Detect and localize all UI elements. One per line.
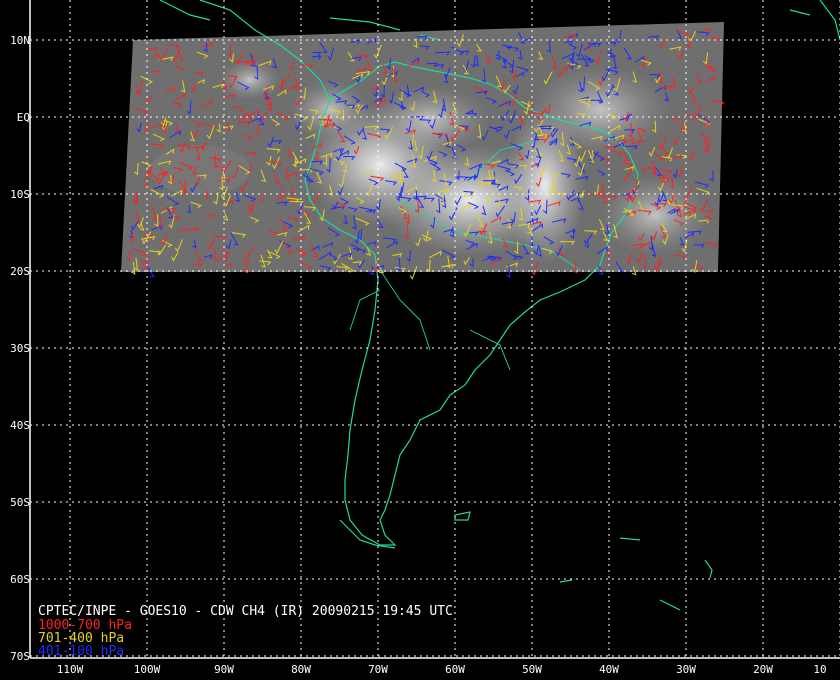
lat-label-10n: 10N [10, 34, 30, 47]
lat-label-60s: 60S [10, 573, 30, 586]
lon-label-80w: 80W [291, 663, 311, 676]
lat-label-20s: 20S [10, 265, 30, 278]
lon-label-10w: 10 [813, 663, 827, 676]
lat-label-10s: 10S [10, 188, 30, 201]
lat-label-30s: 30S [10, 342, 30, 355]
lon-label-60w: 60W [445, 663, 465, 676]
lat-label-50s: 50S [10, 496, 30, 509]
lon-label-90w: 90W [214, 663, 234, 676]
satellite-image [121, 22, 724, 272]
lon-label-50w: 50W [522, 663, 542, 676]
lon-label-20w: 20W [753, 663, 773, 676]
map-canvas [29, 0, 840, 659]
lat-label-eq: EQ [16, 111, 30, 124]
header-text: CPTEC/INPE - GOES10 - CDW CH4 (IR) 20090… [38, 604, 453, 619]
lon-label-70w: 70W [368, 663, 388, 676]
legend-high-level: 401-100 hPa [38, 644, 125, 659]
lat-label-70s: 70S [10, 650, 30, 663]
lon-label-40w: 40W [599, 663, 619, 676]
lat-label-40s: 40S [10, 419, 30, 432]
lon-label-100w: 100W [133, 663, 161, 676]
lon-label-110w: 110W [56, 663, 84, 676]
lon-label-30w: 30W [676, 663, 696, 676]
